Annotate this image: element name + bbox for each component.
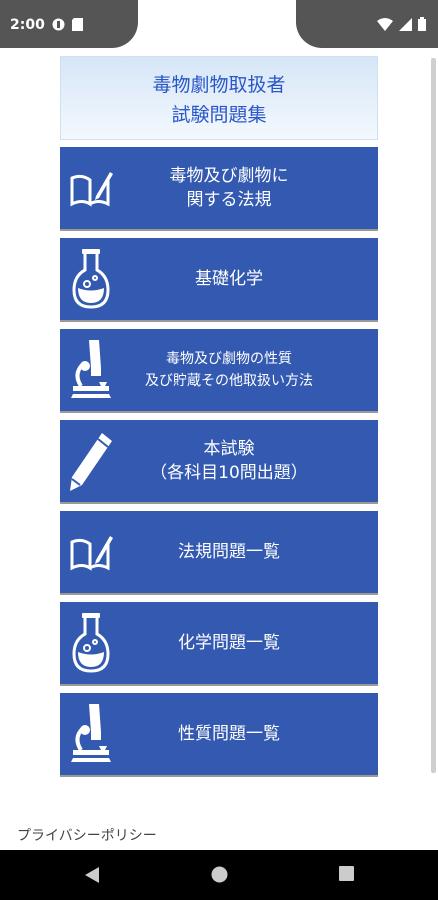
microscope-icon [62,335,120,405]
book-icon [62,517,120,587]
menu-item-properties-question-list[interactable]: 性質問題一覧 [60,693,378,775]
menu-item-label: 基礎化学 [195,269,263,289]
scrollbar[interactable] [431,58,436,773]
menu-item-laws-question-list[interactable]: 法規問題一覧 [60,511,378,593]
app-title-line1: 毒物劇物取扱者 [152,74,286,96]
app-title-banner: 毒物劇物取扱者 試験問題集 [60,56,378,140]
recents-icon[interactable] [339,866,354,881]
pencil-icon [62,426,120,496]
book-icon [62,153,120,223]
flask-icon [62,608,120,678]
navigation-bar [0,850,438,900]
menu-item-mock-exam[interactable]: 本試験 （各科目10問出題） [60,420,378,502]
menu-list: 毒物及び劇物に 関する法規 基礎化学 毒物及び劇物の性質 及び貯蔵その他取扱い方… [60,147,378,784]
notification-icon [52,18,65,31]
privacy-policy-link[interactable]: プライバシーポリシー [17,825,157,845]
menu-item-label: 法規問題一覧 [178,542,280,562]
menu-item-label: 本試験 （各科目10問出題） [150,439,308,483]
menu-item-label: 毒物及び劇物の性質 及び貯蔵その他取扱い方法 [145,351,313,389]
sim-card-icon [72,18,83,31]
menu-item-label: 性質問題一覧 [178,724,280,744]
microscope-icon [62,699,120,769]
status-bar: 2:00 [0,0,438,55]
menu-item-label: 毒物及び劇物に 関する法規 [169,166,289,210]
wifi-icon [377,17,393,31]
menu-item-basic-chemistry[interactable]: 基礎化学 [60,238,378,320]
home-icon[interactable] [211,866,228,883]
app-title-line2: 試験問題集 [171,104,267,126]
flask-icon [62,244,120,314]
status-bar-right [296,0,438,48]
menu-item-chemistry-question-list[interactable]: 化学問題一覧 [60,602,378,684]
signal-icon [399,17,412,31]
menu-item-label: 化学問題一覧 [178,633,280,653]
status-time: 2:00 [10,17,45,33]
back-icon[interactable] [84,866,100,884]
battery-icon [418,17,426,31]
menu-item-properties-storage[interactable]: 毒物及び劇物の性質 及び貯蔵その他取扱い方法 [60,329,378,411]
status-bar-left: 2:00 [0,0,138,48]
menu-item-laws[interactable]: 毒物及び劇物に 関する法規 [60,147,378,229]
